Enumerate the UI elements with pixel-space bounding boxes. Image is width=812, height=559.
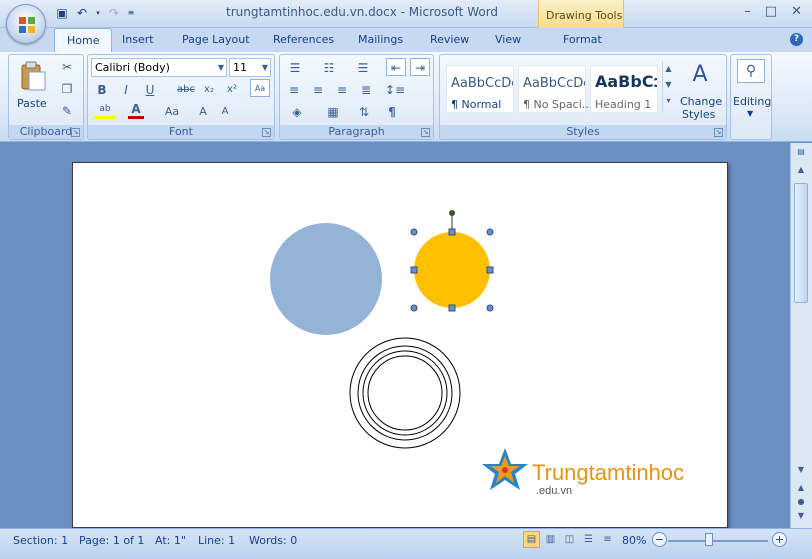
status-section[interactable]: Section: 1 <box>13 534 68 547</box>
logo-star-icon <box>482 448 528 490</box>
zoom-level[interactable]: 80% <box>622 534 646 547</box>
outline-view-icon[interactable]: ☰ <box>580 531 597 548</box>
vertical-scrollbar[interactable]: ▤ ▲ ▼ ▲ ● ▼ <box>790 143 812 528</box>
watermark-suffix: .edu.vn <box>536 485 573 497</box>
scroll-up-icon[interactable]: ▲ <box>793 165 809 179</box>
rotation-handle[interactable] <box>449 210 455 216</box>
scroll-down-icon[interactable]: ▼ <box>793 465 809 479</box>
office-logo-icon <box>19 17 35 33</box>
print-layout-view-icon[interactable]: ▤ <box>523 531 540 548</box>
web-layout-icon[interactable]: ◫ <box>561 531 578 548</box>
concentric-rings-shape[interactable] <box>349 337 461 449</box>
select-browse-object-icon[interactable]: ● <box>793 497 809 511</box>
status-words[interactable]: Words: 0 <box>249 534 297 547</box>
document-shapes <box>270 210 528 490</box>
status-at[interactable]: At: 1" <box>155 534 186 547</box>
zoom-out-icon[interactable]: − <box>652 532 667 547</box>
status-line[interactable]: Line: 1 <box>198 534 235 547</box>
zoom-in-icon[interactable]: + <box>772 532 787 547</box>
blue-circle-shape[interactable] <box>270 223 382 335</box>
status-page[interactable]: Page: 1 of 1 <box>79 534 144 547</box>
full-screen-reading-icon[interactable]: ▥ <box>542 531 559 548</box>
zoom-slider-track[interactable] <box>668 540 768 542</box>
ruler-toggle-icon[interactable]: ▤ <box>793 147 809 161</box>
next-page-icon[interactable]: ▼ <box>793 511 809 525</box>
draft-view-icon[interactable]: ≡ <box>599 531 616 548</box>
previous-page-icon[interactable]: ▲ <box>793 483 809 497</box>
office-button[interactable] <box>6 4 46 44</box>
watermark-brand: Trungtamtinhoc <box>532 460 685 485</box>
zoom-slider-thumb[interactable] <box>705 533 713 546</box>
orange-circle-shape[interactable] <box>414 232 490 308</box>
scroll-thumb[interactable] <box>794 183 808 303</box>
